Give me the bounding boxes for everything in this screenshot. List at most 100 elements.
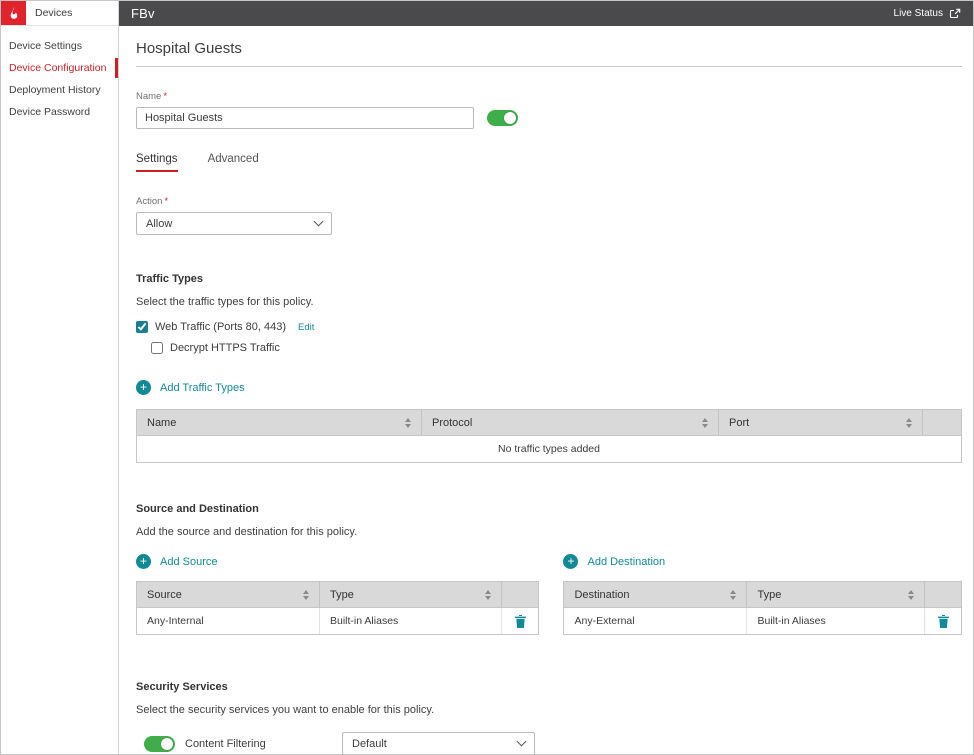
sort-icon bbox=[303, 590, 309, 600]
live-status-label: Live Status bbox=[894, 8, 943, 19]
source-destination-heading: Source and Destination bbox=[136, 503, 962, 515]
content-filtering-select[interactable]: Default bbox=[342, 732, 535, 754]
traffic-types-heading: Traffic Types bbox=[136, 273, 962, 285]
content: Hospital Guests Name* Settings Advanced … bbox=[119, 26, 973, 754]
content-filtering-toggle[interactable] bbox=[144, 736, 175, 752]
action-select[interactable]: Allow bbox=[136, 212, 332, 235]
add-destination-button[interactable]: + Add Destination bbox=[563, 554, 665, 569]
source-column: + Add Source Source Type bbox=[136, 554, 539, 635]
sort-icon bbox=[908, 590, 914, 600]
delete-destination-button[interactable] bbox=[925, 608, 961, 634]
decrypt-https-checkbox[interactable] bbox=[151, 342, 163, 354]
decrypt-https-label: Decrypt HTTPS Traffic bbox=[170, 342, 280, 354]
sort-icon bbox=[485, 590, 491, 600]
required-marker: * bbox=[164, 196, 168, 207]
required-marker: * bbox=[163, 91, 167, 102]
traffic-types-description: Select the traffic types for this policy… bbox=[136, 296, 962, 308]
plus-circle-icon: + bbox=[563, 554, 578, 569]
source-cell-type: Built-in Aliases bbox=[320, 608, 502, 634]
device-name: FBv bbox=[131, 6, 155, 21]
name-input[interactable] bbox=[136, 107, 474, 129]
edit-link[interactable]: Edit bbox=[298, 322, 314, 333]
traffic-col-actions bbox=[923, 410, 961, 435]
toggle-knob bbox=[161, 738, 173, 750]
sidebar-item-device-password[interactable]: Device Password bbox=[1, 101, 118, 123]
add-source-label: Add Source bbox=[160, 556, 217, 568]
action-field-label: Action* bbox=[136, 196, 962, 207]
traffic-types-section: Traffic Types Select the traffic types f… bbox=[136, 273, 962, 463]
security-services-section: Security Services Select the security se… bbox=[136, 681, 962, 754]
traffic-table-empty-row: No traffic types added bbox=[137, 435, 961, 462]
destination-cell-value: Any-External bbox=[564, 608, 747, 634]
source-col-actions bbox=[502, 582, 538, 607]
source-col-source[interactable]: Source bbox=[137, 582, 320, 607]
add-source-button[interactable]: + Add Source bbox=[136, 554, 217, 569]
traffic-col-name[interactable]: Name bbox=[137, 410, 422, 435]
tab-advanced[interactable]: Advanced bbox=[208, 153, 259, 172]
destination-cell-type: Built-in Aliases bbox=[747, 608, 925, 634]
sidebar-item-device-settings[interactable]: Device Settings bbox=[1, 35, 118, 57]
chevron-down-icon bbox=[314, 217, 324, 227]
trash-icon bbox=[515, 615, 526, 628]
action-select-value: Allow bbox=[146, 218, 172, 230]
traffic-col-port[interactable]: Port bbox=[719, 410, 923, 435]
plus-circle-icon: + bbox=[136, 380, 151, 395]
topbar: FBv Live Status bbox=[119, 1, 973, 26]
toggle-knob bbox=[504, 112, 516, 124]
sort-icon bbox=[405, 418, 411, 428]
table-row: Any-Internal Built-in Aliases bbox=[137, 607, 538, 634]
main-area: FBv Live Status Hospital Guests Name* bbox=[119, 1, 973, 754]
security-services-heading: Security Services bbox=[136, 681, 962, 693]
web-traffic-checkbox[interactable] bbox=[136, 321, 148, 333]
traffic-types-table: Name Protocol Port No traffi bbox=[136, 409, 962, 463]
destination-col-destination[interactable]: Destination bbox=[564, 582, 747, 607]
app-window: Devices Device Settings Device Configura… bbox=[0, 0, 974, 755]
source-destination-description: Add the source and destination for this … bbox=[136, 526, 962, 538]
source-destination-columns: + Add Source Source Type bbox=[136, 554, 962, 635]
decrypt-https-row: Decrypt HTTPS Traffic bbox=[151, 342, 962, 354]
delete-source-button[interactable] bbox=[502, 608, 538, 634]
live-status-link[interactable]: Live Status bbox=[894, 8, 961, 20]
source-col-type[interactable]: Type bbox=[320, 582, 502, 607]
source-table: Source Type Any-Internal bbox=[136, 581, 539, 635]
tab-settings[interactable]: Settings bbox=[136, 153, 178, 172]
sidebar-header-label: Devices bbox=[26, 1, 72, 25]
sort-icon bbox=[906, 418, 912, 428]
destination-table-header: Destination Type bbox=[564, 582, 961, 607]
name-field-label: Name* bbox=[136, 91, 962, 102]
destination-table: Destination Type Any-External bbox=[563, 581, 962, 635]
traffic-table-header: Name Protocol Port bbox=[137, 410, 961, 435]
sort-icon bbox=[702, 418, 708, 428]
source-cell-value: Any-Internal bbox=[137, 608, 320, 634]
destination-column: + Add Destination Destination Type bbox=[563, 554, 962, 635]
destination-col-actions bbox=[925, 582, 961, 607]
watchguard-logo[interactable] bbox=[1, 1, 26, 25]
source-table-header: Source Type bbox=[137, 582, 538, 607]
security-services-description: Select the security services you want to… bbox=[136, 704, 962, 716]
page-title: Hospital Guests bbox=[136, 40, 962, 57]
sort-icon bbox=[730, 590, 736, 600]
content-filtering-select-value: Default bbox=[352, 738, 387, 750]
trash-icon bbox=[938, 615, 949, 628]
add-traffic-types-button[interactable]: + Add Traffic Types bbox=[136, 380, 245, 395]
chevron-down-icon bbox=[517, 737, 527, 747]
web-traffic-label: Web Traffic (Ports 80, 443) bbox=[155, 321, 286, 333]
sidebar-item-deployment-history[interactable]: Deployment History bbox=[1, 79, 118, 101]
source-cell-actions bbox=[502, 608, 538, 634]
add-destination-label: Add Destination bbox=[587, 556, 665, 568]
sidebar-nav: Device Settings Device Configuration Dep… bbox=[1, 26, 118, 123]
name-row bbox=[136, 107, 962, 129]
destination-cell-actions bbox=[925, 608, 961, 634]
web-traffic-row: Web Traffic (Ports 80, 443) Edit bbox=[136, 321, 962, 333]
destination-col-type[interactable]: Type bbox=[747, 582, 925, 607]
add-traffic-types-label: Add Traffic Types bbox=[160, 382, 245, 394]
traffic-col-protocol[interactable]: Protocol bbox=[422, 410, 719, 435]
flame-icon bbox=[6, 5, 22, 21]
tabs: Settings Advanced bbox=[136, 153, 962, 172]
sidebar-item-device-configuration[interactable]: Device Configuration bbox=[1, 57, 118, 79]
sidebar: Devices Device Settings Device Configura… bbox=[1, 1, 119, 754]
content-filtering-row: Content Filtering Default bbox=[136, 732, 962, 754]
title-divider bbox=[136, 66, 962, 67]
policy-enabled-toggle[interactable] bbox=[487, 110, 518, 126]
source-destination-section: Source and Destination Add the source an… bbox=[136, 503, 962, 635]
